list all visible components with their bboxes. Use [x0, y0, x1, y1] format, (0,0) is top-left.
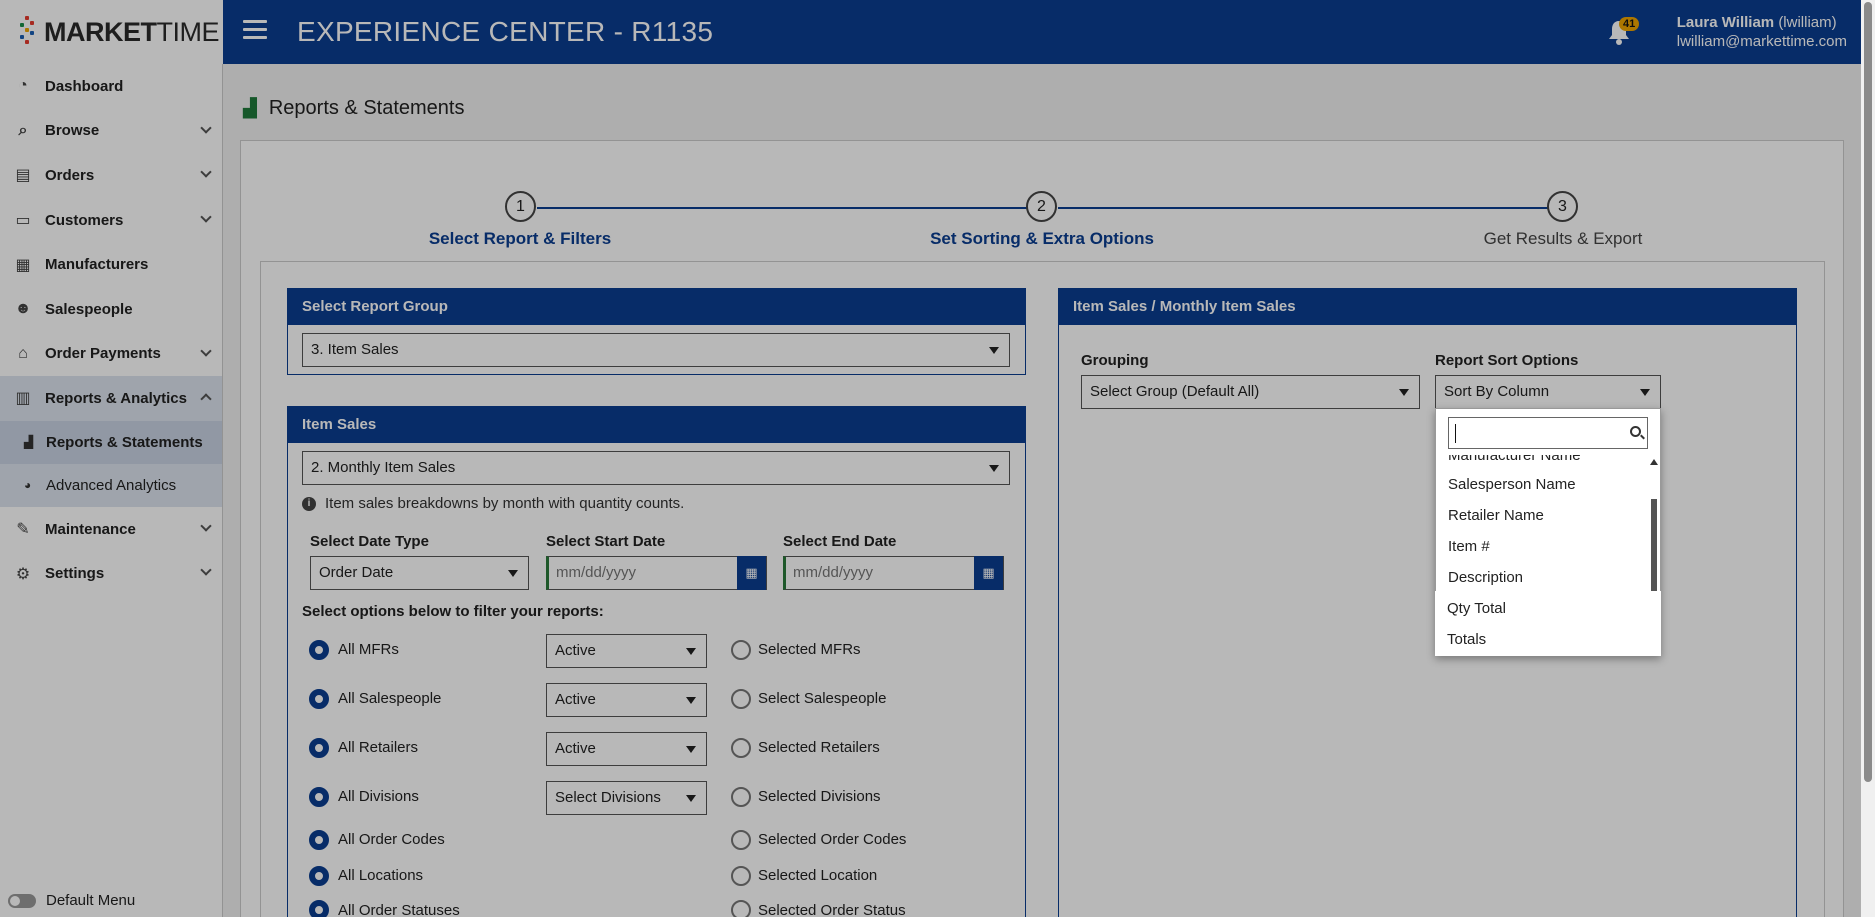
dropdown-search-input[interactable]	[1448, 417, 1648, 449]
text-cursor	[1455, 424, 1456, 443]
scroll-up-icon[interactable]	[1650, 459, 1658, 465]
dropdown-option-qty-total[interactable]: Qty Total	[1447, 600, 1506, 617]
dropdown-option[interactable]: Manufacturer Name	[1448, 455, 1581, 464]
dropdown-option[interactable]: Salesperson Name	[1448, 476, 1576, 493]
dropdown-option-totals[interactable]: Totals	[1447, 631, 1486, 648]
highlighted-options: Qty Total Totals	[1435, 591, 1661, 656]
dropdown-option[interactable]: Item #	[1448, 538, 1490, 555]
dropdown-option[interactable]: Retailer Name	[1448, 507, 1544, 524]
dropdown-option[interactable]: Description	[1448, 569, 1523, 586]
page-scroll-thumb[interactable]	[1864, 2, 1872, 782]
search-icon	[1630, 426, 1641, 437]
page-scrollbar[interactable]	[1861, 0, 1875, 917]
